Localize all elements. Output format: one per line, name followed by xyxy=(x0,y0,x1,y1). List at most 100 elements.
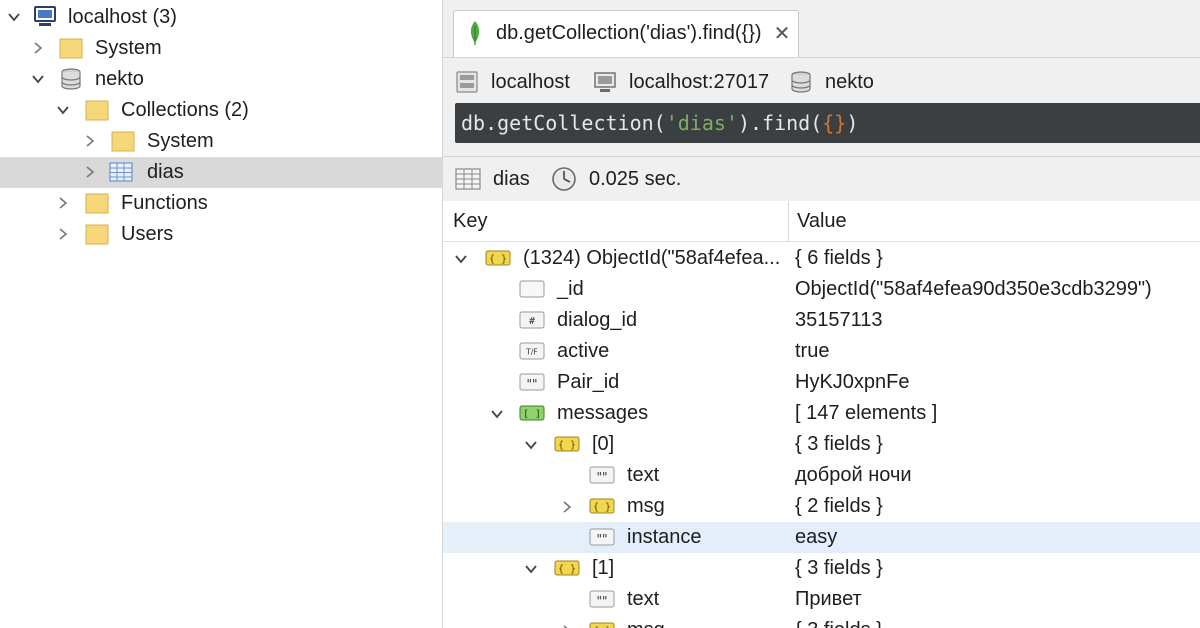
result-info-bar: dias 0.025 sec. xyxy=(443,156,1200,202)
users-label: Users xyxy=(121,223,174,245)
chevron-down-icon[interactable] xyxy=(489,406,505,422)
chevron-right-icon[interactable] xyxy=(82,164,98,180)
row-key: msg xyxy=(627,495,665,517)
column-separator[interactable] xyxy=(788,201,789,241)
table-row[interactable]: [ ] messages [ 147 elements ] xyxy=(443,398,1200,429)
dias-label: dias xyxy=(147,161,184,183)
connection-host-label: localhost xyxy=(491,70,570,93)
row-value: { 3 fields } xyxy=(795,557,883,579)
mongodb-leaf-icon xyxy=(470,21,480,45)
chevron-down-icon[interactable] xyxy=(523,437,539,453)
connection-address-label: localhost:27017 xyxy=(629,70,770,93)
chevron-right-icon[interactable] xyxy=(82,133,98,149)
row-value: 35157113 xyxy=(795,309,883,331)
tree-node-users[interactable]: Users xyxy=(0,219,442,250)
array-type-icon: [ ] xyxy=(519,402,545,424)
chevron-right-icon[interactable] xyxy=(30,40,46,56)
table-row-highlighted[interactable]: "" instance easy xyxy=(443,522,1200,553)
tab-query[interactable]: db.getCollection('dias').find({}) ✕ xyxy=(453,10,799,57)
object-type-icon: { } xyxy=(485,247,511,269)
row-value: { 3 fields } xyxy=(795,433,883,455)
row-key: _id xyxy=(557,278,584,300)
row-value: доброй ночи xyxy=(795,464,912,486)
row-key: instance xyxy=(627,526,702,548)
table-row[interactable]: # dialog_id 35157113 xyxy=(443,305,1200,336)
computer-icon xyxy=(33,5,57,29)
row-key: (1324) ObjectId("58af4efea... xyxy=(523,247,781,269)
row-value: [ 147 elements ] xyxy=(795,402,938,424)
chevron-right-icon[interactable] xyxy=(559,499,575,515)
svg-text:#: # xyxy=(529,316,535,327)
database-icon xyxy=(791,71,811,93)
row-key: text xyxy=(627,588,660,610)
tree-node-database[interactable]: nekto xyxy=(0,64,442,95)
row-key: text xyxy=(627,464,660,486)
string-type-icon: "" xyxy=(589,526,615,548)
chevron-right-icon[interactable] xyxy=(559,623,575,628)
table-row[interactable]: { } [0] { 3 fields } xyxy=(443,429,1200,460)
int-type-icon: # xyxy=(519,309,545,331)
explorer-panel: localhost (3) System nekto Collections (… xyxy=(0,0,443,628)
tree-node-dias[interactable]: dias xyxy=(0,157,442,188)
tree-node-server[interactable]: localhost (3) xyxy=(0,2,442,33)
row-key: active xyxy=(557,340,610,362)
table-row[interactable]: "" Pair_id HyKJ0xpnFe xyxy=(443,367,1200,398)
results-header: Key Value xyxy=(443,201,1200,242)
chevron-down-icon[interactable] xyxy=(6,9,22,25)
object-type-icon: { } xyxy=(589,619,615,628)
svg-text:{ }: { } xyxy=(558,440,576,451)
tree-node-functions[interactable]: Functions xyxy=(0,188,442,219)
tree-node-system[interactable]: System xyxy=(0,33,442,64)
database-label: nekto xyxy=(95,68,144,90)
tree-node-collections[interactable]: Collections (2) xyxy=(0,95,442,126)
column-key[interactable]: Key xyxy=(453,210,487,233)
svg-text:{ }: { } xyxy=(558,564,576,575)
row-value: ObjectId("58af4efea90d350e3cdb3299") xyxy=(795,278,1152,300)
functions-label: Functions xyxy=(121,192,208,214)
tab-bar: db.getCollection('dias').find({}) ✕ xyxy=(443,0,1200,58)
connection-database: nekto xyxy=(789,68,874,96)
objectid-type-icon xyxy=(519,278,545,300)
column-value[interactable]: Value xyxy=(797,210,847,233)
close-tab-icon[interactable]: ✕ xyxy=(772,21,792,46)
result-time-label: 0.025 sec. xyxy=(589,167,682,190)
query-editor[interactable]: db.getCollection('dias').find({}) xyxy=(455,103,1200,143)
row-value: easy xyxy=(795,526,838,548)
folder-icon xyxy=(85,222,109,246)
result-time: 0.025 sec. xyxy=(551,165,681,193)
svg-text:{ }: { } xyxy=(489,254,507,265)
table-row[interactable]: _id ObjectId("58af4efea90d350e3cdb3299") xyxy=(443,274,1200,305)
folder-icon xyxy=(85,191,109,215)
string-type-icon: "" xyxy=(589,464,615,486)
svg-text:"": "" xyxy=(526,377,537,391)
table-row[interactable]: { } [1] { 3 fields } xyxy=(443,553,1200,584)
table-row[interactable]: "" text Привет xyxy=(443,584,1200,615)
chevron-down-icon[interactable] xyxy=(30,71,46,87)
chevron-down-icon[interactable] xyxy=(55,102,71,118)
table-row[interactable]: { } (1324) ObjectId("58af4efea... { 6 fi… xyxy=(443,243,1200,274)
row-value: { 6 fields } xyxy=(795,247,883,269)
chevron-right-icon[interactable] xyxy=(55,226,71,242)
folder-icon xyxy=(59,36,83,60)
table-row[interactable]: { } msg { 2 fields } xyxy=(443,491,1200,522)
query-string: 'dias' xyxy=(665,111,738,135)
row-value: Привет xyxy=(795,588,862,610)
query-panel: db.getCollection('dias').find({}) ✕ loca… xyxy=(443,0,1200,628)
chevron-right-icon[interactable] xyxy=(55,195,71,211)
row-key: Pair_id xyxy=(557,371,620,393)
result-collection-label: dias xyxy=(493,167,530,190)
row-value: { 3 fields } xyxy=(795,619,883,628)
query-suffix: ) xyxy=(846,111,859,135)
table-row[interactable]: T/F active true xyxy=(443,336,1200,367)
clock-icon xyxy=(552,167,576,191)
system-label: System xyxy=(95,37,162,59)
chevron-down-icon[interactable] xyxy=(523,561,539,577)
table-row[interactable]: { } msg { 3 fields } xyxy=(443,615,1200,628)
row-key: [1] xyxy=(592,557,615,579)
bool-type-icon: T/F xyxy=(519,340,545,362)
chevron-down-icon[interactable] xyxy=(453,251,469,267)
tree-node-collections-system[interactable]: System xyxy=(0,126,442,157)
object-type-icon: { } xyxy=(554,433,580,455)
table-row[interactable]: "" text доброй ночи xyxy=(443,460,1200,491)
collections-label: Collections (2) xyxy=(121,99,249,121)
